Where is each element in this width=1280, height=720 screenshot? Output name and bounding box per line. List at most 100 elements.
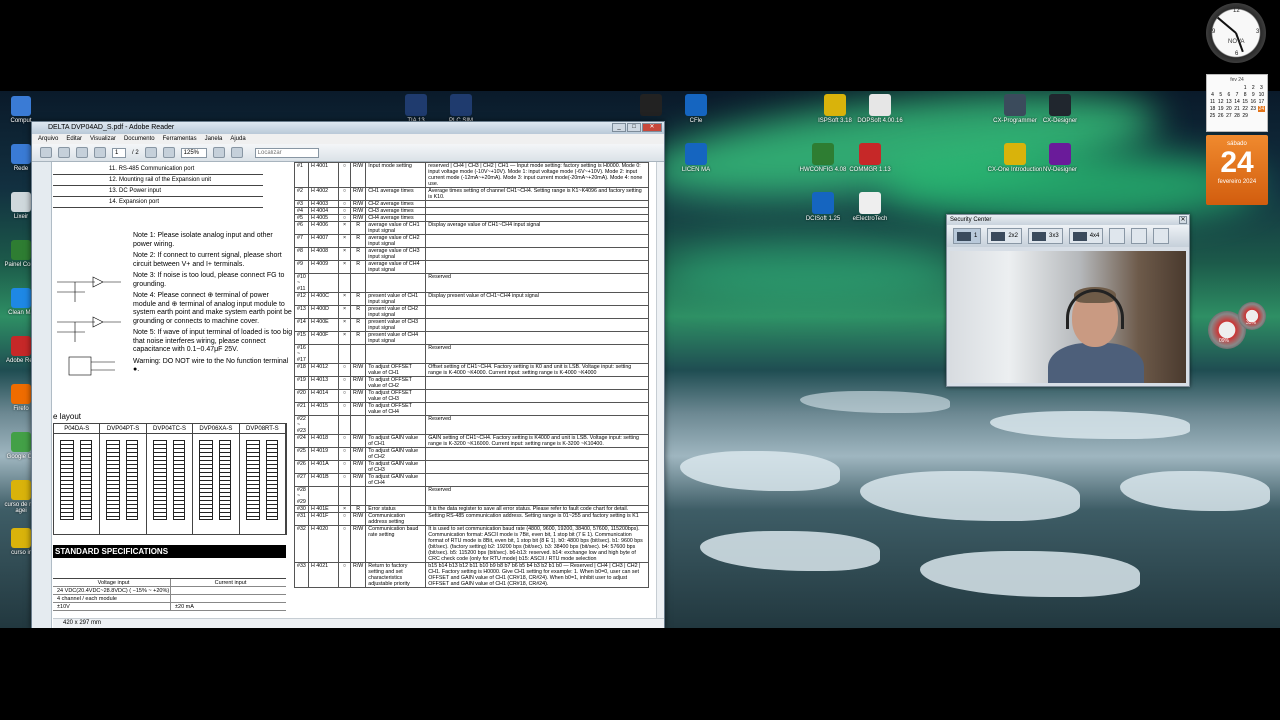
- calendar-day[interactable]: 16: [1250, 99, 1257, 105]
- desktop-icon[interactable]: CFle: [666, 94, 726, 125]
- table-cell-name: To adjust OFFSET value of CH4: [365, 402, 427, 416]
- navigation-pane[interactable]: [32, 162, 52, 628]
- table-cell-rw: R: [349, 331, 367, 345]
- menu-item[interactable]: Visualizar: [90, 134, 116, 144]
- table-cell-l: ○: [338, 214, 351, 222]
- calendar-day[interactable]: 4: [1209, 92, 1216, 98]
- table-cell-addr: H 401E: [308, 505, 339, 513]
- table-cell-l: ○: [338, 525, 351, 563]
- table-cell-desc: Display present value of CH1~CH4 input s…: [425, 292, 649, 306]
- table-cell-l: ×: [338, 318, 351, 332]
- table-cell-desc: Setting RS-485 communication address. Se…: [425, 512, 649, 526]
- desktop-icon[interactable]: CX-Designer: [1030, 94, 1090, 125]
- calendar-day[interactable]: [1217, 85, 1224, 91]
- vertical-scrollbar[interactable]: [656, 162, 664, 618]
- menu-item[interactable]: Ferramentas: [163, 134, 197, 144]
- table-cell-l: ○: [338, 363, 351, 377]
- fit-width-icon[interactable]: [230, 147, 243, 158]
- calendar-day[interactable]: 3: [1258, 85, 1265, 91]
- snapshot-icon[interactable]: [1153, 228, 1170, 244]
- table-cell-desc: [425, 207, 649, 215]
- menu-item[interactable]: Ajuda: [230, 134, 245, 144]
- desktop-icon[interactable]: COMMGR 1.13: [840, 143, 900, 174]
- menu-item[interactable]: Arquivo: [38, 134, 58, 144]
- print-icon[interactable]: [40, 147, 52, 158]
- close-icon[interactable]: ✕: [1179, 216, 1187, 224]
- calendar-day[interactable]: 20: [1225, 106, 1232, 112]
- calendar-day[interactable]: 23: [1250, 106, 1257, 112]
- calendar-day[interactable]: 1: [1242, 85, 1249, 91]
- calendar-day[interactable]: 10: [1258, 92, 1265, 98]
- table-cell-name: To adjust OFFSET value of CH3: [365, 389, 427, 403]
- app-icon: [859, 143, 881, 165]
- calendar-day[interactable]: 7: [1233, 92, 1240, 98]
- maximize-button[interactable]: □: [627, 123, 641, 132]
- menu-item[interactable]: Janela: [205, 134, 223, 144]
- calendar-day[interactable]: 17: [1258, 99, 1265, 105]
- calendar-day[interactable]: 12: [1217, 99, 1224, 105]
- reader-titlebar[interactable]: DELTA DVP04AD_S.pdf - Adobe Reader _ □ ✕: [32, 122, 664, 134]
- calendar-day[interactable]: 22: [1242, 106, 1249, 112]
- menu-item[interactable]: Editar: [66, 134, 82, 144]
- redo-icon[interactable]: [1131, 228, 1148, 244]
- menu-item[interactable]: Documento: [124, 134, 155, 144]
- calendar-day[interactable]: 24: [1257, 106, 1265, 112]
- table-row: #32 H 4020 ○ R/W Communication baud rate set…: [294, 525, 649, 563]
- table-cell-l: ×: [338, 305, 351, 319]
- ice-floe: [990, 411, 1190, 439]
- desktop-icon[interactable]: Comput: [4, 96, 38, 124]
- desktop-icon[interactable]: LICEN MA: [666, 143, 726, 174]
- prev-page-icon[interactable]: [76, 147, 88, 158]
- security-center-titlebar[interactable]: Security Center ✕: [947, 215, 1189, 225]
- calendar-day[interactable]: 27: [1225, 113, 1232, 119]
- table-cell-desc: [425, 200, 649, 208]
- calendar-day[interactable]: 15: [1242, 99, 1249, 105]
- desktop-icon[interactable]: eElectroTech: [840, 192, 900, 223]
- calendar-day[interactable]: 26: [1217, 113, 1224, 119]
- calendar-day[interactable]: 9: [1250, 92, 1257, 98]
- fit-page-icon[interactable]: [212, 147, 225, 158]
- search-input[interactable]: [254, 147, 319, 158]
- calendar-day[interactable]: 14: [1233, 99, 1240, 105]
- calendar-day[interactable]: 13: [1225, 99, 1232, 105]
- zoom-level-select[interactable]: 125%: [180, 147, 207, 158]
- note-text: Note 1: Please isolate analog input and …: [133, 232, 273, 248]
- table-cell-no: #16 ~ #17: [294, 344, 309, 364]
- calendar-day[interactable]: [1209, 85, 1216, 91]
- calendar-day[interactable]: 21: [1233, 106, 1240, 112]
- calendar-day[interactable]: [1233, 85, 1240, 91]
- email-icon[interactable]: [58, 147, 70, 158]
- minimize-button[interactable]: _: [612, 123, 626, 132]
- table-cell-rw: [349, 344, 367, 364]
- page-number-input[interactable]: 1: [112, 147, 126, 158]
- calendar-day[interactable]: 25: [1209, 113, 1216, 119]
- table-cell-addr: [308, 344, 339, 364]
- calendar-day[interactable]: [1225, 85, 1232, 91]
- calendar-day[interactable]: 8: [1242, 92, 1249, 98]
- next-page-icon[interactable]: [94, 147, 106, 158]
- table-cell-no: #30: [294, 505, 309, 513]
- zoom-out-icon[interactable]: [144, 147, 157, 158]
- zoom-in-icon[interactable]: [162, 147, 175, 158]
- app-icon: [1004, 143, 1026, 165]
- close-button[interactable]: ✕: [642, 123, 662, 132]
- desktop-icon[interactable]: NV-Designer: [1030, 143, 1090, 174]
- layout-button-4x4[interactable]: 4x4: [1068, 228, 1104, 244]
- toolbar: 1 / 2 125%: [32, 144, 664, 162]
- calendar-day[interactable]: 28: [1233, 113, 1240, 119]
- calendar-day[interactable]: 6: [1225, 92, 1232, 98]
- layout-button-1[interactable]: 1: [953, 228, 982, 244]
- desktop-icon[interactable]: DOPSoft 4.00.16: [850, 94, 910, 125]
- calendar-day[interactable]: 19: [1217, 106, 1224, 112]
- calendar-day[interactable]: 2: [1250, 85, 1257, 91]
- calendar-day[interactable]: 29: [1242, 113, 1249, 119]
- calendar-day[interactable]: 11: [1209, 99, 1216, 105]
- undo-icon[interactable]: [1109, 228, 1126, 244]
- calendar-day[interactable]: 18: [1209, 106, 1216, 112]
- calendar-day[interactable]: 5: [1217, 92, 1224, 98]
- table-cell-l: ○: [338, 562, 351, 588]
- date-gadget: sábado 24 fevereiro 2024: [1206, 135, 1268, 205]
- layout-button-2x2[interactable]: 2x2: [987, 228, 1023, 244]
- layout-button-label: 3x3: [1049, 233, 1059, 239]
- layout-button-3x3[interactable]: 3x3: [1028, 228, 1063, 244]
